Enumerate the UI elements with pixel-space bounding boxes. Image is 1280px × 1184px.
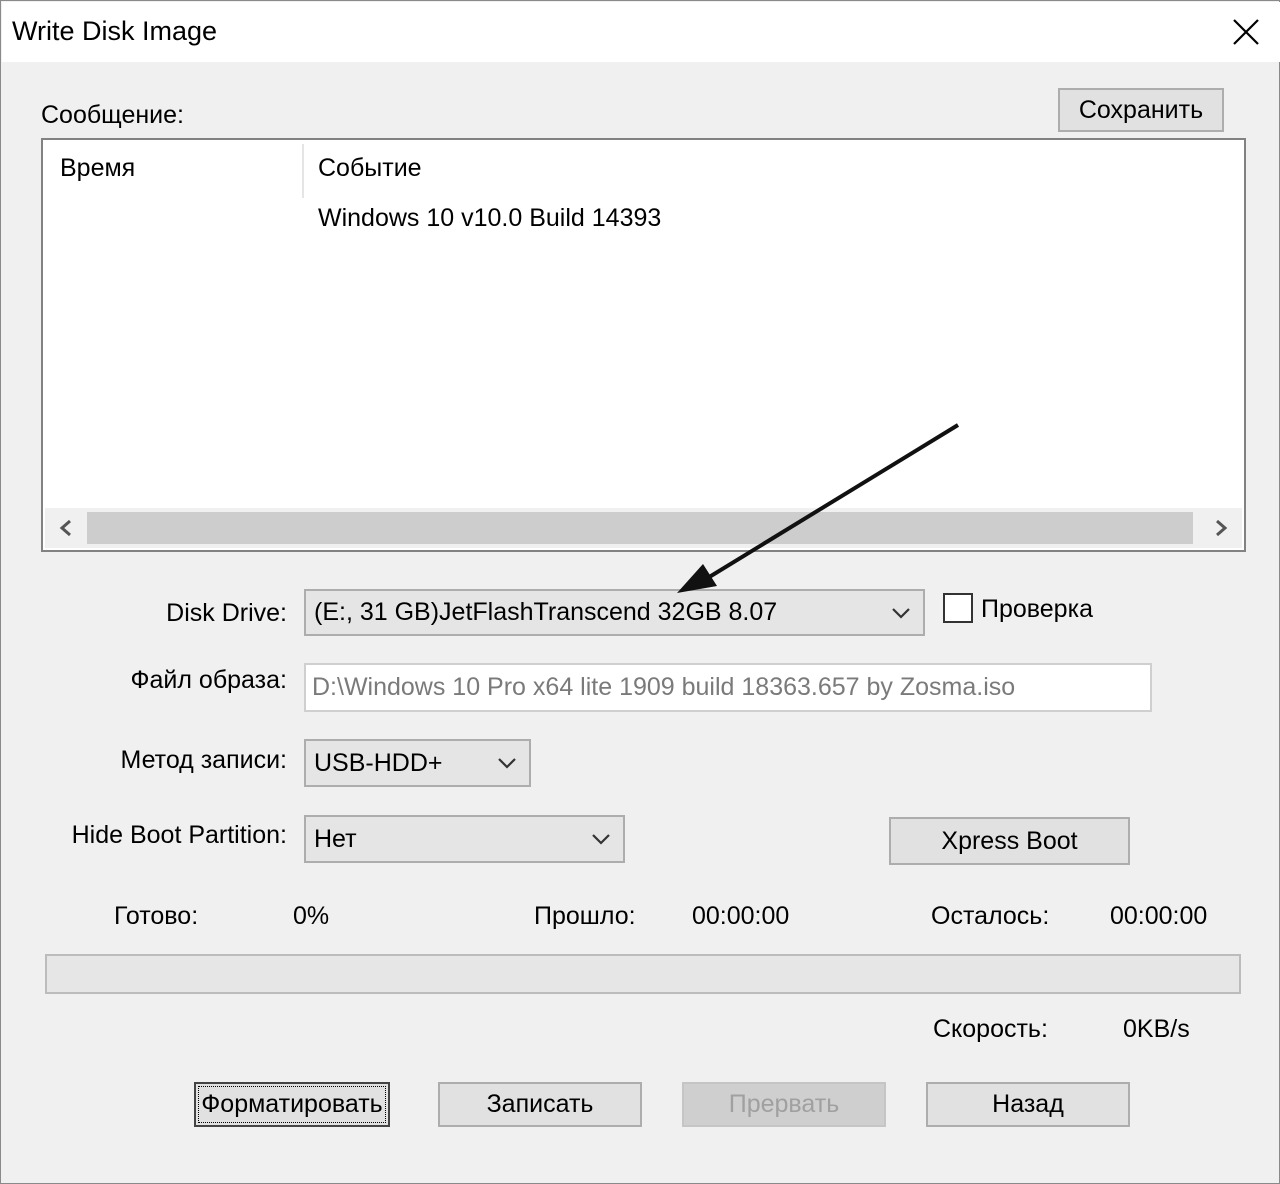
row-event-cell: Windows 10 v10.0 Build 14393 <box>318 204 662 232</box>
write-button[interactable]: Записать <box>438 1082 642 1127</box>
format-button[interactable]: Форматировать <box>194 1082 390 1127</box>
elapsed-label: Прошло: <box>534 902 636 930</box>
done-label: Готово: <box>114 902 199 930</box>
message-log-list[interactable]: Время Событие Windows 10 v10.0 Build 143… <box>41 138 1246 552</box>
speed-value: 0KB/s <box>1123 1015 1190 1043</box>
hide-boot-partition-label: Hide Boot Partition: <box>71 821 287 849</box>
column-header-event[interactable]: Событие <box>318 154 422 183</box>
message-label: Сообщение: <box>41 101 184 129</box>
remaining-label: Осталось: <box>931 902 1050 930</box>
remaining-value: 00:00:00 <box>1110 902 1208 930</box>
write-method-value: USB-HDD+ <box>314 748 443 777</box>
image-file-field[interactable]: D:\Windows 10 Pro x64 lite 1909 build 18… <box>304 663 1152 712</box>
speed-label: Скорость: <box>933 1015 1048 1043</box>
image-file-label: Файл образа: <box>130 666 287 694</box>
disk-drive-label: Disk Drive: <box>166 599 287 627</box>
disk-drive-value: (E:, 31 GB)JetFlashTranscend 32GB 8.07 <box>314 598 778 626</box>
disk-drive-select[interactable]: (E:, 31 GB)JetFlashTranscend 32GB 8.07 <box>304 589 925 636</box>
scroll-left-button[interactable] <box>45 508 87 548</box>
close-icon <box>1233 19 1259 45</box>
hide-boot-partition-value: Нет <box>314 824 357 853</box>
save-button[interactable]: Сохранить <box>1058 88 1224 132</box>
chevron-left-icon <box>59 519 71 537</box>
verify-label[interactable]: Проверка <box>981 595 1093 624</box>
write-method-label: Метод записи: <box>120 746 287 774</box>
back-button[interactable]: Назад <box>926 1082 1130 1127</box>
chevron-down-icon <box>592 834 610 845</box>
column-header-time[interactable]: Время <box>60 154 135 183</box>
xpress-boot-button[interactable]: Xpress Boot <box>889 817 1130 865</box>
verify-checkbox[interactable] <box>943 593 973 623</box>
chevron-right-icon <box>1216 519 1228 537</box>
elapsed-value: 00:00:00 <box>692 902 790 930</box>
abort-button[interactable]: Прервать <box>682 1082 886 1127</box>
scroll-right-button[interactable] <box>1200 508 1242 548</box>
image-file-value: D:\Windows 10 Pro x64 lite 1909 build 18… <box>312 673 1016 701</box>
chevron-down-icon <box>498 758 516 769</box>
chevron-down-icon <box>892 607 910 619</box>
scrollbar-thumb[interactable] <box>87 512 1193 544</box>
write-method-select[interactable]: USB-HDD+ <box>304 739 531 787</box>
horizontal-scrollbar[interactable] <box>45 508 1242 548</box>
write-disk-image-dialog: Write Disk Image Сообщение: Сохранить Вр… <box>0 0 1280 1184</box>
close-button[interactable] <box>1226 12 1266 52</box>
title-bar: Write Disk Image <box>2 2 1280 62</box>
write-progress-bar <box>45 954 1241 994</box>
window-title: Write Disk Image <box>12 16 218 46</box>
hide-boot-partition-select[interactable]: Нет <box>304 815 625 863</box>
column-separator[interactable] <box>302 144 304 198</box>
done-value: 0% <box>293 902 330 930</box>
